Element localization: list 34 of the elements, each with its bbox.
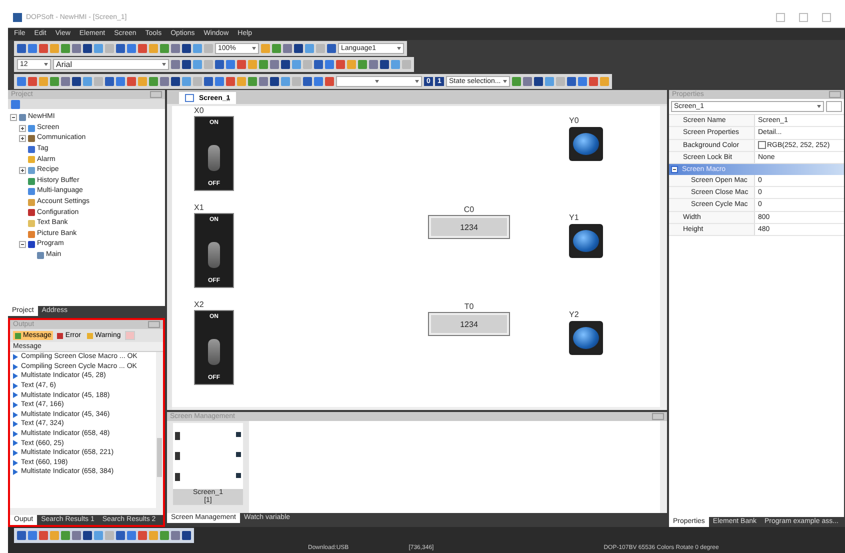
collapse-icon[interactable] [671, 166, 678, 174]
switch-label: X1 [194, 203, 205, 212]
expand-icon[interactable] [19, 135, 26, 142]
app-icon [13, 12, 22, 22]
horizontal-scrollbar[interactable] [172, 407, 660, 410]
horizontal-scrollbar[interactable] [10, 508, 163, 516]
lamp-label: Y1 [569, 213, 580, 222]
pin-icon[interactable] [652, 413, 664, 420]
dropdown-field[interactable] [336, 76, 422, 88]
collapse-icon[interactable] [19, 241, 26, 248]
pin-icon[interactable] [148, 321, 160, 328]
screen-thumbnail[interactable] [173, 423, 243, 490]
switch-label: X2 [194, 300, 205, 310]
vertical-scrollbar[interactable] [156, 352, 163, 508]
expand-icon[interactable] [19, 124, 26, 132]
color-swatch-icon [758, 141, 766, 150]
switch-label: X0 [194, 106, 205, 116]
numeric-display: 1234 [428, 215, 510, 240]
display-label: C0 [464, 205, 474, 214]
pin-icon[interactable] [150, 91, 162, 98]
vertical-scrollbar[interactable] [660, 421, 667, 514]
pin-icon[interactable] [829, 91, 841, 98]
indicator-lamp [569, 224, 603, 258]
project-tool-icon[interactable] [11, 100, 20, 109]
display-label: T0 [464, 302, 474, 312]
indicator-lamp [569, 127, 603, 162]
expand-icon[interactable] [19, 167, 26, 174]
font-field[interactable]: Arial [53, 59, 169, 70]
lamp-label: Y0 [569, 116, 580, 126]
collapse-icon[interactable] [10, 114, 17, 122]
indicator-lamp [569, 321, 603, 356]
numeric-display: 1234 [428, 312, 510, 336]
vertical-scrollbar[interactable] [660, 106, 667, 410]
lamp-label: Y2 [569, 310, 580, 320]
